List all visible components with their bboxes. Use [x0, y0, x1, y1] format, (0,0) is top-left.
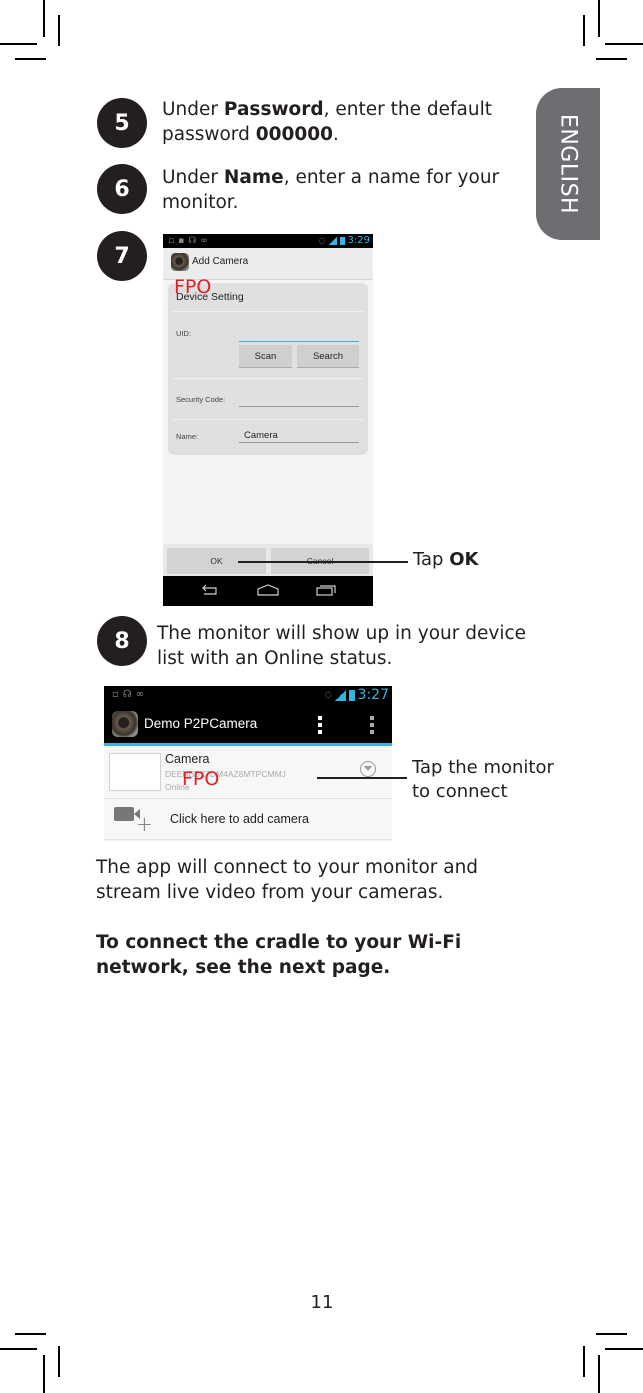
app-title: Demo P2PCamera — [144, 716, 258, 731]
callout-bold-ok: OK — [449, 549, 479, 570]
text-fragment: Under — [162, 167, 224, 188]
next-page-note: To connect the cradle to your Wi-Fi netw… — [96, 932, 462, 978]
callout-line-1: Tap the monitor — [412, 757, 554, 778]
crop-mark — [596, 1333, 627, 1335]
crop-mark — [43, 0, 45, 37]
status-right: ◌ 3:29 — [319, 235, 370, 247]
default-password-value: 000000 — [255, 124, 333, 145]
overflow-menu-icon[interactable] — [370, 716, 374, 734]
step-6-text: Under Name, enter a name for your monito… — [162, 165, 522, 215]
divider — [173, 378, 363, 379]
uid-input[interactable] — [239, 332, 359, 342]
device-thumbnail — [109, 753, 161, 791]
security-code-input[interactable] — [239, 397, 359, 407]
notification-icons: ▫▪☊∞ — [168, 236, 212, 246]
device-list-item[interactable]: Camera DEEHBSZ7DM4AZ8MTPCMMJ Online — [104, 749, 392, 799]
navigation-bar — [163, 576, 373, 606]
fpo-watermark: FPO — [174, 276, 212, 298]
vibrate-icon: ◌ — [324, 690, 332, 699]
crop-mark — [0, 43, 37, 45]
screen-title: Add Camera — [192, 256, 249, 267]
signal-icon — [328, 237, 337, 245]
crop-mark — [605, 1348, 643, 1350]
divider — [173, 419, 363, 420]
scan-button[interactable]: Scan — [239, 345, 292, 368]
step-5-text: Under Password, enter the default passwo… — [162, 97, 522, 147]
search-button[interactable]: Search — [297, 345, 359, 368]
name-input[interactable]: Camera — [239, 430, 359, 443]
callout-tap-ok: Tap OK — [413, 548, 478, 572]
step-number-badge: 6 — [97, 164, 147, 214]
callout-line-2: to connect — [412, 781, 508, 802]
divider — [173, 311, 363, 312]
security-code-label: Security Code: — [176, 395, 226, 404]
notification-icons: ▫☊∞ — [112, 689, 148, 700]
device-list-screenshot: ▫☊∞ ◌ 3:27 Demo P2PCamera Camera DEEHBSZ… — [104, 686, 392, 842]
body-paragraph: The app will connect to your monitor and… — [96, 857, 479, 903]
callout-line — [238, 561, 408, 563]
device-name: Camera — [165, 752, 210, 766]
battery-icon — [339, 237, 345, 245]
add-camera-screenshot: ▫▪☊∞ ◌ 3:29 Add Camera Device Setting UI… — [163, 234, 373, 606]
recent-apps-icon[interactable] — [316, 584, 336, 596]
status-time: 3:29 — [347, 235, 370, 246]
crop-mark — [0, 1348, 37, 1350]
action-bar: Demo P2PCamera — [104, 704, 392, 746]
crop-mark — [583, 1346, 585, 1377]
add-camera-row[interactable]: + Click here to add camera — [104, 800, 392, 840]
step-number-badge: 7 — [97, 231, 147, 281]
fpo-watermark: FPO — [182, 768, 220, 790]
dialog-button-bar: OK Cancel — [163, 544, 373, 576]
name-value: Camera — [244, 430, 278, 441]
crop-mark — [58, 15, 60, 46]
crop-mark — [15, 58, 46, 60]
crop-mark — [15, 1333, 46, 1335]
step-number-badge: 8 — [97, 616, 147, 666]
page-number: 11 — [310, 1292, 334, 1313]
keyword-password: Password — [223, 99, 324, 120]
home-icon[interactable] — [257, 584, 279, 596]
status-right: ◌ 3:27 — [325, 687, 389, 703]
language-tab-label: ENGLISH — [555, 113, 581, 215]
vibrate-icon: ◌ — [318, 236, 326, 245]
status-bar: ▫☊∞ ◌ 3:27 — [104, 686, 392, 704]
crop-mark — [598, 1355, 600, 1393]
text-fragment: . — [332, 124, 339, 145]
device-setting-card: Device Setting UID: Scan Search Security… — [168, 283, 368, 455]
camera-app-icon — [112, 711, 138, 737]
callout-text: Tap — [413, 549, 450, 570]
camera-app-icon — [171, 253, 189, 271]
expand-chevron-icon[interactable] — [360, 761, 376, 777]
step-8-text: The monitor will show up in your device … — [157, 623, 527, 669]
video-camera-icon — [114, 807, 140, 821]
crop-mark — [598, 0, 600, 37]
crop-mark — [58, 1346, 60, 1377]
battery-icon — [348, 689, 355, 701]
crop-mark — [605, 43, 643, 45]
plus-icon: + — [136, 812, 153, 836]
status-time: 3:27 — [357, 687, 389, 703]
signal-icon — [334, 689, 346, 701]
language-tab: ENGLISH — [536, 88, 600, 240]
crop-mark — [596, 58, 627, 60]
crop-mark — [583, 15, 585, 46]
name-label: Name: — [176, 432, 199, 441]
back-icon[interactable] — [200, 584, 220, 596]
text-fragment: Under — [162, 99, 224, 120]
uid-label: UID: — [176, 329, 191, 338]
crop-mark — [43, 1355, 45, 1393]
keyword-name: Name — [223, 167, 284, 188]
step-number-badge: 5 — [97, 98, 147, 148]
overflow-menu-icon[interactable] — [318, 716, 322, 734]
add-camera-label: Click here to add camera — [170, 812, 309, 826]
callout-tap-monitor: Tap the monitor to connect — [412, 756, 554, 804]
status-bar: ▫▪☊∞ ◌ 3:29 — [163, 234, 373, 248]
callout-line — [317, 777, 407, 779]
